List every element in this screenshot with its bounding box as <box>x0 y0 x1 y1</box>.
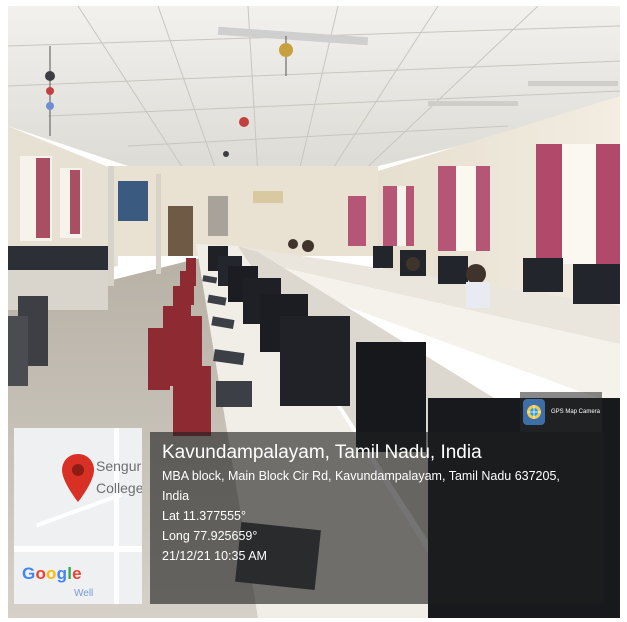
longitude: Long 77.925659° <box>162 529 258 543</box>
google-logo: Google <box>22 564 82 583</box>
map-thumbnail: Sengur College Google Well <box>14 428 142 604</box>
map-place-label: Sengur <box>96 458 142 474</box>
map-road <box>114 428 119 604</box>
back-wall <box>108 166 378 256</box>
map-pin-icon <box>62 454 94 502</box>
location-info-panel: Kavundampalayam, Tamil Nadu, India MBA b… <box>150 432 604 604</box>
address-line-1: MBA block, Main Block Cir Rd, Kavundampa… <box>162 469 560 483</box>
map-bottom-label: Well <box>74 588 94 599</box>
gps-camera-badge: GPS Map Camera <box>520 392 602 432</box>
map-place-label-2: College <box>96 480 142 496</box>
timestamp: 21/12/21 10:35 AM <box>162 549 267 563</box>
location-title: Kavundampalayam, Tamil Nadu, India <box>162 442 482 463</box>
badge-label: GPS Map Camera <box>551 409 601 415</box>
latitude: Lat 11.377555° <box>162 509 247 523</box>
camera-globe-icon <box>523 399 545 425</box>
map-road <box>14 546 142 552</box>
address-line-2: India <box>162 489 190 503</box>
